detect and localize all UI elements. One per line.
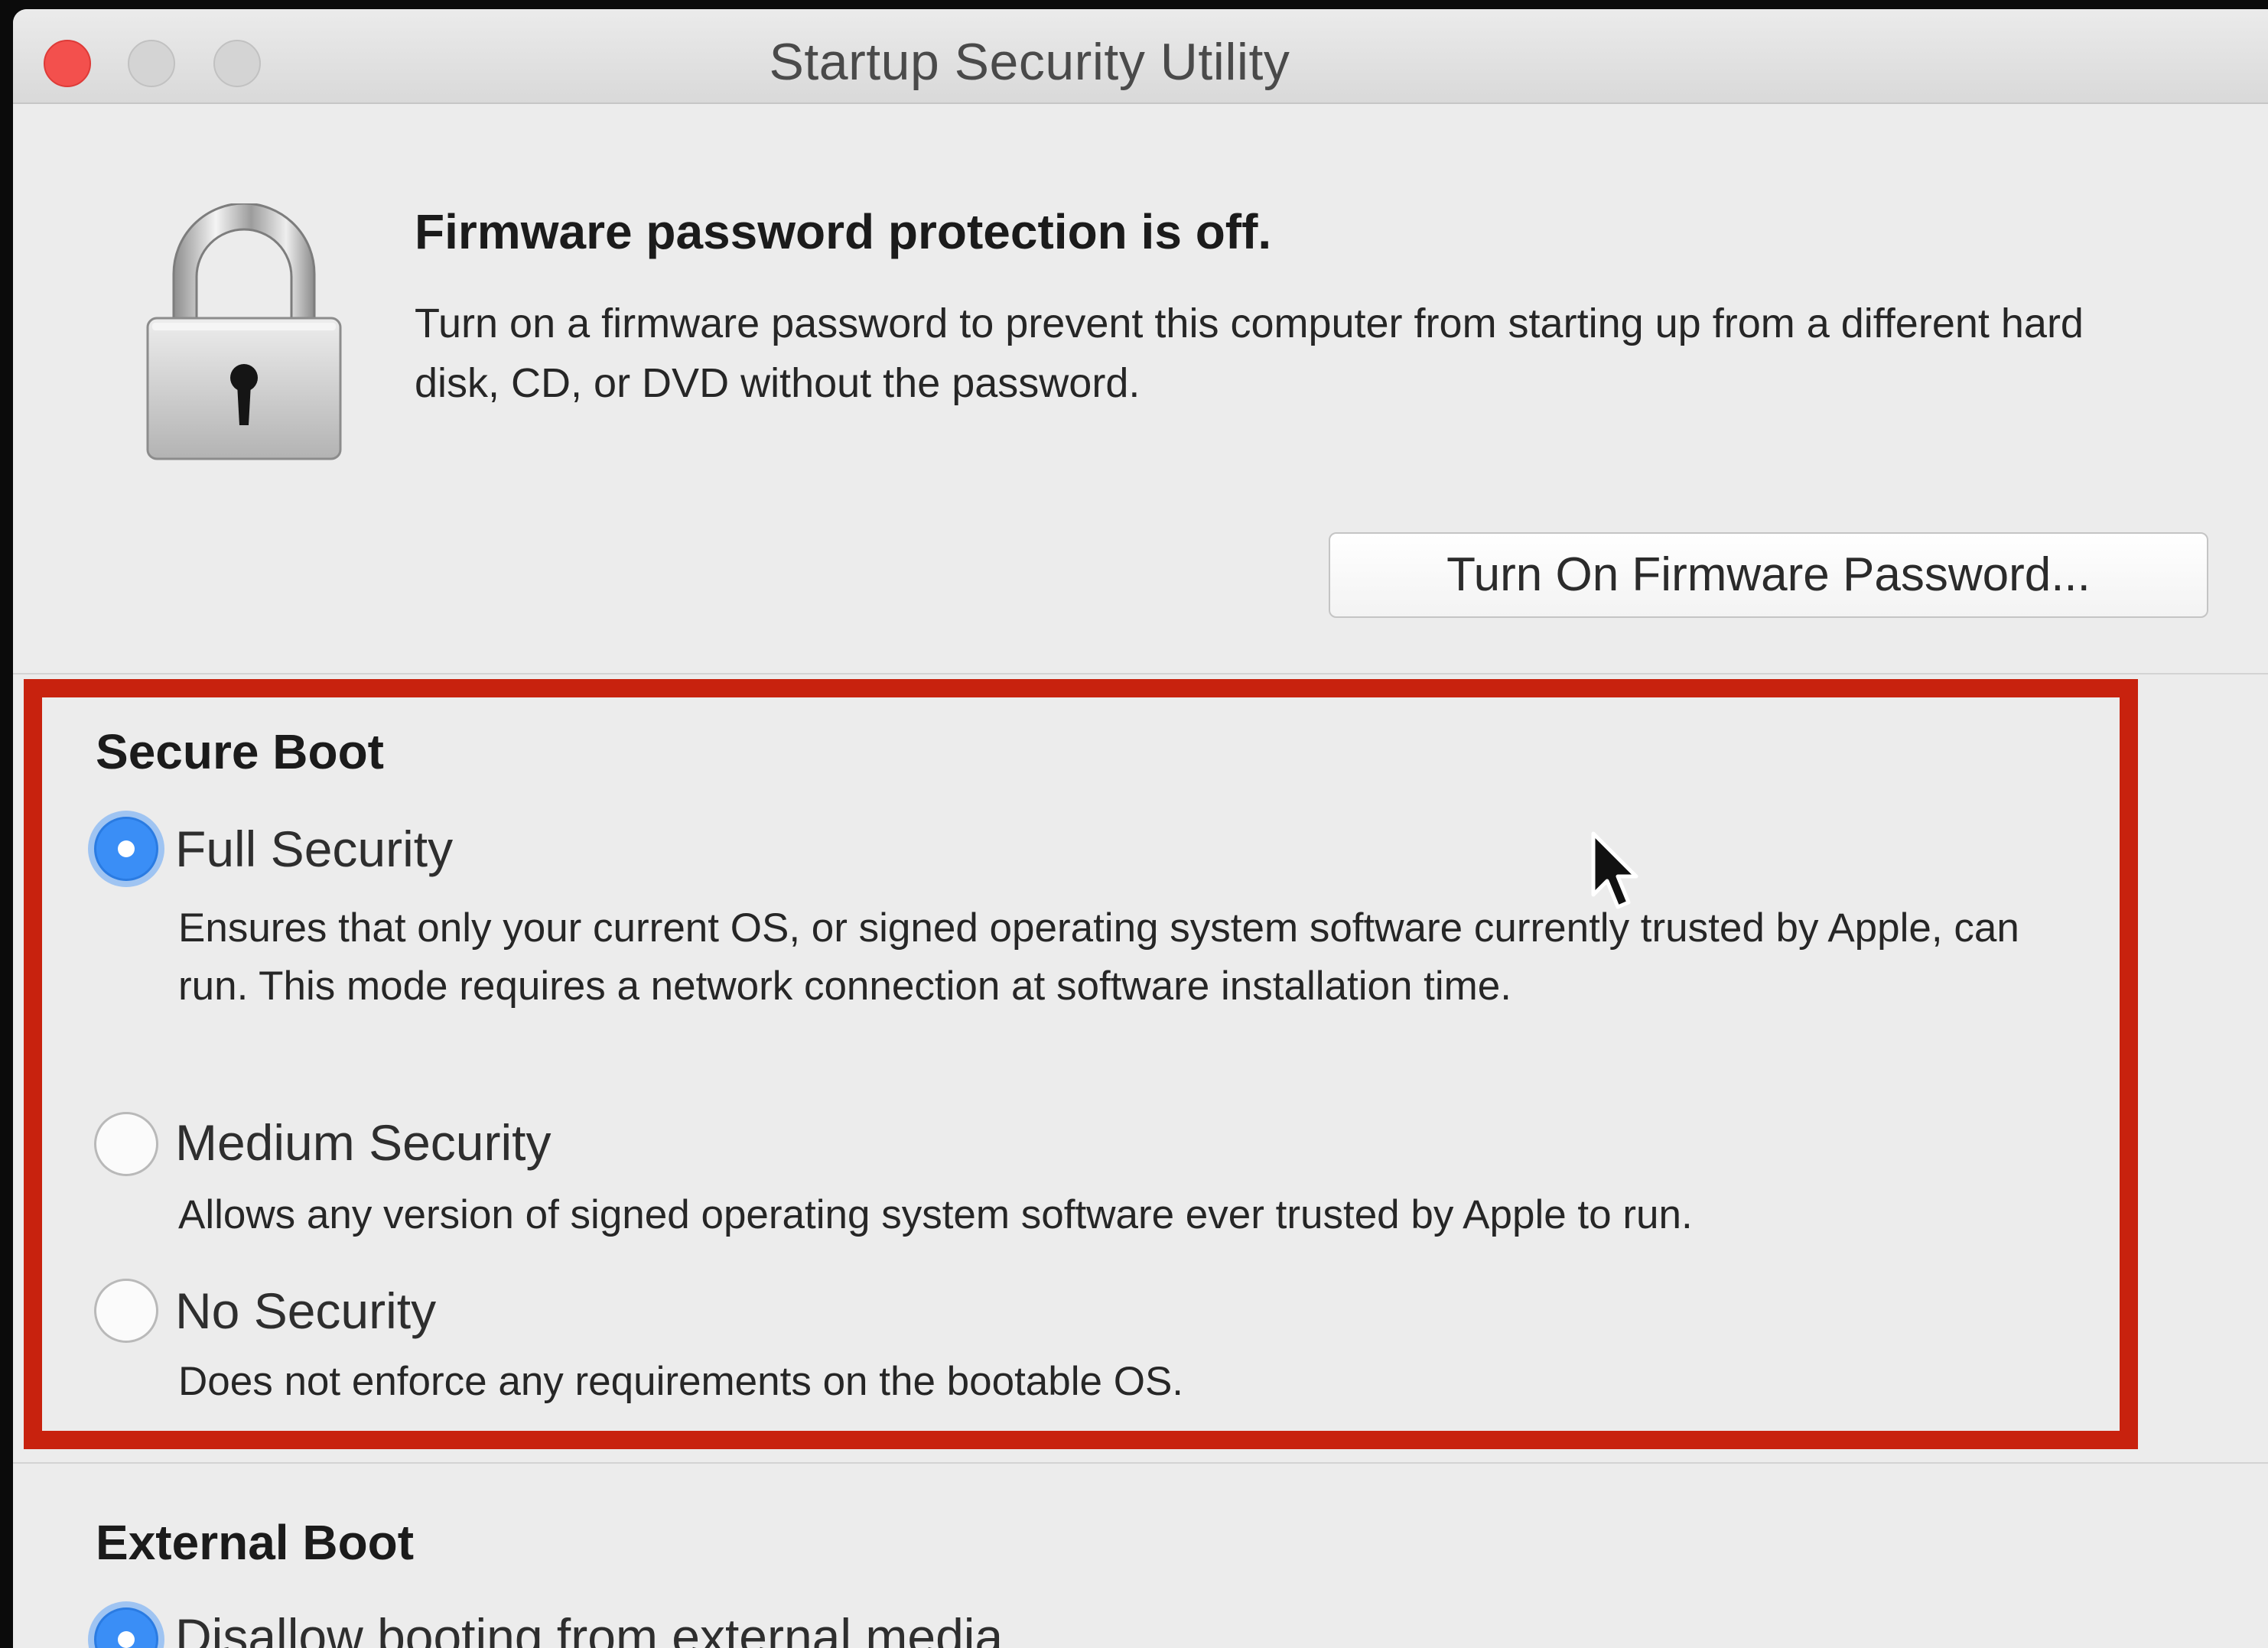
full-security-label[interactable]: Full Security xyxy=(175,820,453,878)
medium-security-label[interactable]: Medium Security xyxy=(175,1113,552,1172)
window-title: Startup Security Utility xyxy=(769,33,1290,91)
medium-security-radio[interactable] xyxy=(94,1112,158,1176)
divider xyxy=(13,1462,2268,1464)
divider xyxy=(13,673,2268,674)
full-security-description: Ensures that only your current OS, or si… xyxy=(178,905,2019,1009)
startup-security-utility-window: Startup Security Utility Firmware passwo… xyxy=(13,9,2268,1648)
firmware-description: Turn on a firmware password to prevent t… xyxy=(415,301,2084,406)
firmware-status-heading: Firmware password protection is off. xyxy=(415,204,1272,259)
no-security-radio[interactable] xyxy=(94,1279,158,1343)
lock-icon xyxy=(146,203,342,460)
turn-on-firmware-password-button[interactable]: Turn On Firmware Password... xyxy=(1329,532,2208,618)
secure-boot-title: Secure Boot xyxy=(96,724,384,779)
disallow-external-boot-label[interactable]: Disallow booting from external media xyxy=(175,1607,1003,1648)
full-security-radio[interactable] xyxy=(94,817,158,881)
external-boot-title: External Boot xyxy=(96,1515,415,1570)
window-content: Firmware password protection is off. Tur… xyxy=(13,104,2268,1648)
no-security-label[interactable]: No Security xyxy=(175,1282,436,1340)
disallow-external-boot-radio[interactable] xyxy=(94,1607,158,1648)
title-bar[interactable]: Startup Security Utility xyxy=(13,9,2268,104)
no-security-description: Does not enforce any requirements on the… xyxy=(178,1359,1184,1404)
medium-security-description: Allows any version of signed operating s… xyxy=(178,1192,1693,1237)
pointer-cursor-icon xyxy=(1591,831,1638,909)
